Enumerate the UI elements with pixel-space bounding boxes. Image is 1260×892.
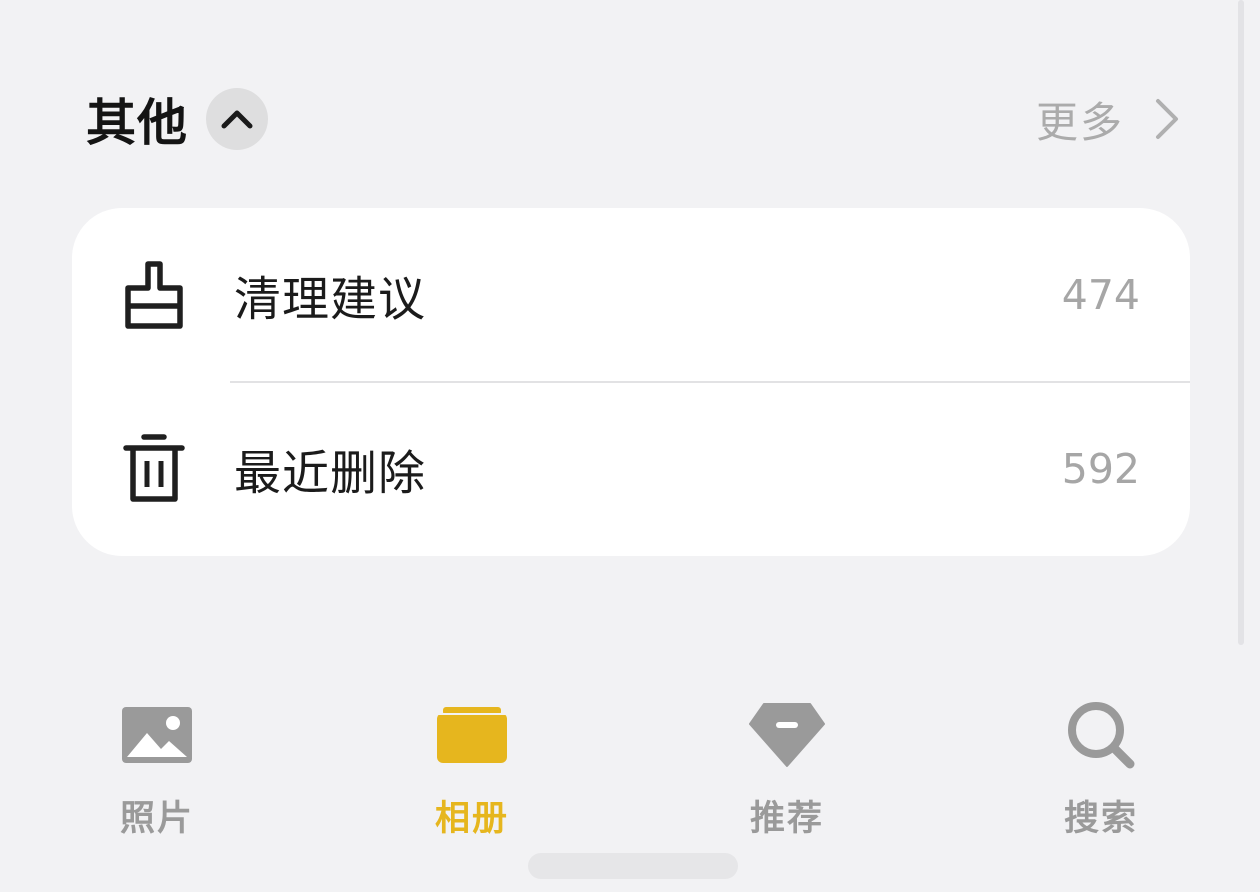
section-header: 其他 更多 xyxy=(86,86,1180,152)
broom-icon xyxy=(118,256,190,334)
recommend-icon xyxy=(748,690,826,780)
list-item-count: 592 xyxy=(1061,445,1140,493)
chevron-right-icon xyxy=(1154,97,1180,141)
tab-search[interactable]: 搜索 xyxy=(1026,690,1176,850)
tab-label: 推荐 xyxy=(749,799,824,839)
list-item-count: 474 xyxy=(1061,271,1140,319)
tab-label: 相册 xyxy=(434,799,509,839)
tab-label: 搜索 xyxy=(1063,799,1138,839)
tab-label: 照片 xyxy=(119,799,194,839)
album-icon xyxy=(436,690,508,780)
albums-page: 其他 更多 清理建议 474 最近删除 592 照片 相册 推荐 搜索 xyxy=(0,0,1260,892)
tab-albums[interactable]: 相册 xyxy=(397,690,547,850)
list-item-label: 清理建议 xyxy=(234,272,426,328)
photo-icon xyxy=(121,690,193,780)
more-button[interactable]: 更多 xyxy=(1036,89,1180,150)
search-icon xyxy=(1066,690,1136,780)
scrollbar[interactable] xyxy=(1238,0,1244,645)
list-item-recently-deleted[interactable]: 最近删除 592 xyxy=(72,382,1190,556)
trash-icon xyxy=(118,430,190,508)
more-label: 更多 xyxy=(1035,97,1124,147)
section-title: 其他 xyxy=(86,94,188,152)
home-indicator[interactable] xyxy=(528,853,738,879)
bottom-tab-bar: 照片 相册 推荐 搜索 xyxy=(0,690,1260,850)
collapse-button[interactable] xyxy=(206,88,268,150)
section-header-left: 其他 xyxy=(86,83,268,155)
chevron-up-icon xyxy=(221,110,253,129)
tab-recommend[interactable]: 推荐 xyxy=(712,690,862,850)
other-albums-card: 清理建议 474 最近删除 592 xyxy=(72,208,1190,556)
list-item-cleanup[interactable]: 清理建议 474 xyxy=(72,208,1190,382)
tab-photos[interactable]: 照片 xyxy=(82,690,232,850)
list-item-label: 最近删除 xyxy=(234,446,426,502)
